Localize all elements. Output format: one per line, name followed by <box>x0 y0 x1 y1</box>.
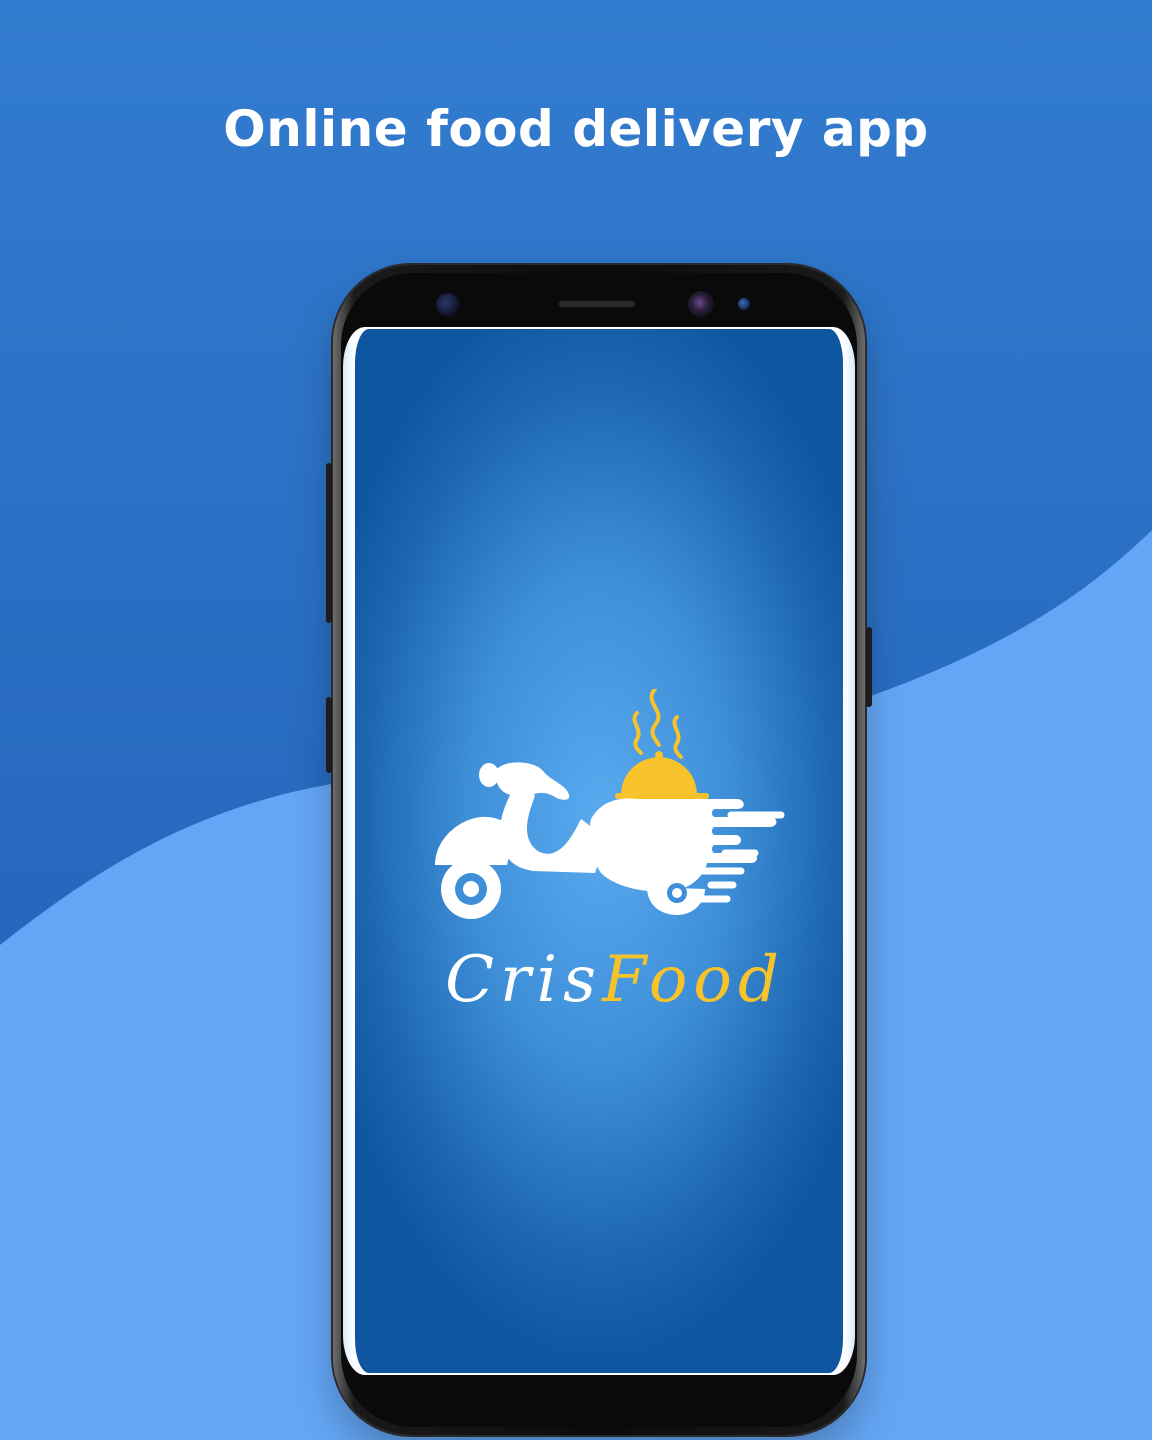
crisfood-logo: CrisFood <box>415 689 795 1029</box>
front-wheel-icon <box>441 859 501 919</box>
phone-mockup: CrisFood <box>326 265 872 1435</box>
brand-name-cris: Cris <box>445 943 602 1017</box>
front-camera <box>688 291 714 317</box>
brand-name-food: Food <box>601 943 785 1017</box>
power-button <box>866 627 872 707</box>
food-cloche-icon <box>615 751 709 799</box>
headline: Online food delivery app <box>223 100 929 158</box>
app-splash-screen: CrisFood <box>355 329 843 1373</box>
proximity-sensor <box>436 293 460 317</box>
steam-icon <box>632 689 683 759</box>
rear-wheel-icon <box>647 883 705 915</box>
bixby-button <box>326 697 332 773</box>
brand-name: CrisFood <box>435 943 795 1017</box>
earpiece-speaker <box>559 301 635 307</box>
volume-up-button <box>326 463 332 623</box>
iris-sensor <box>738 298 750 310</box>
